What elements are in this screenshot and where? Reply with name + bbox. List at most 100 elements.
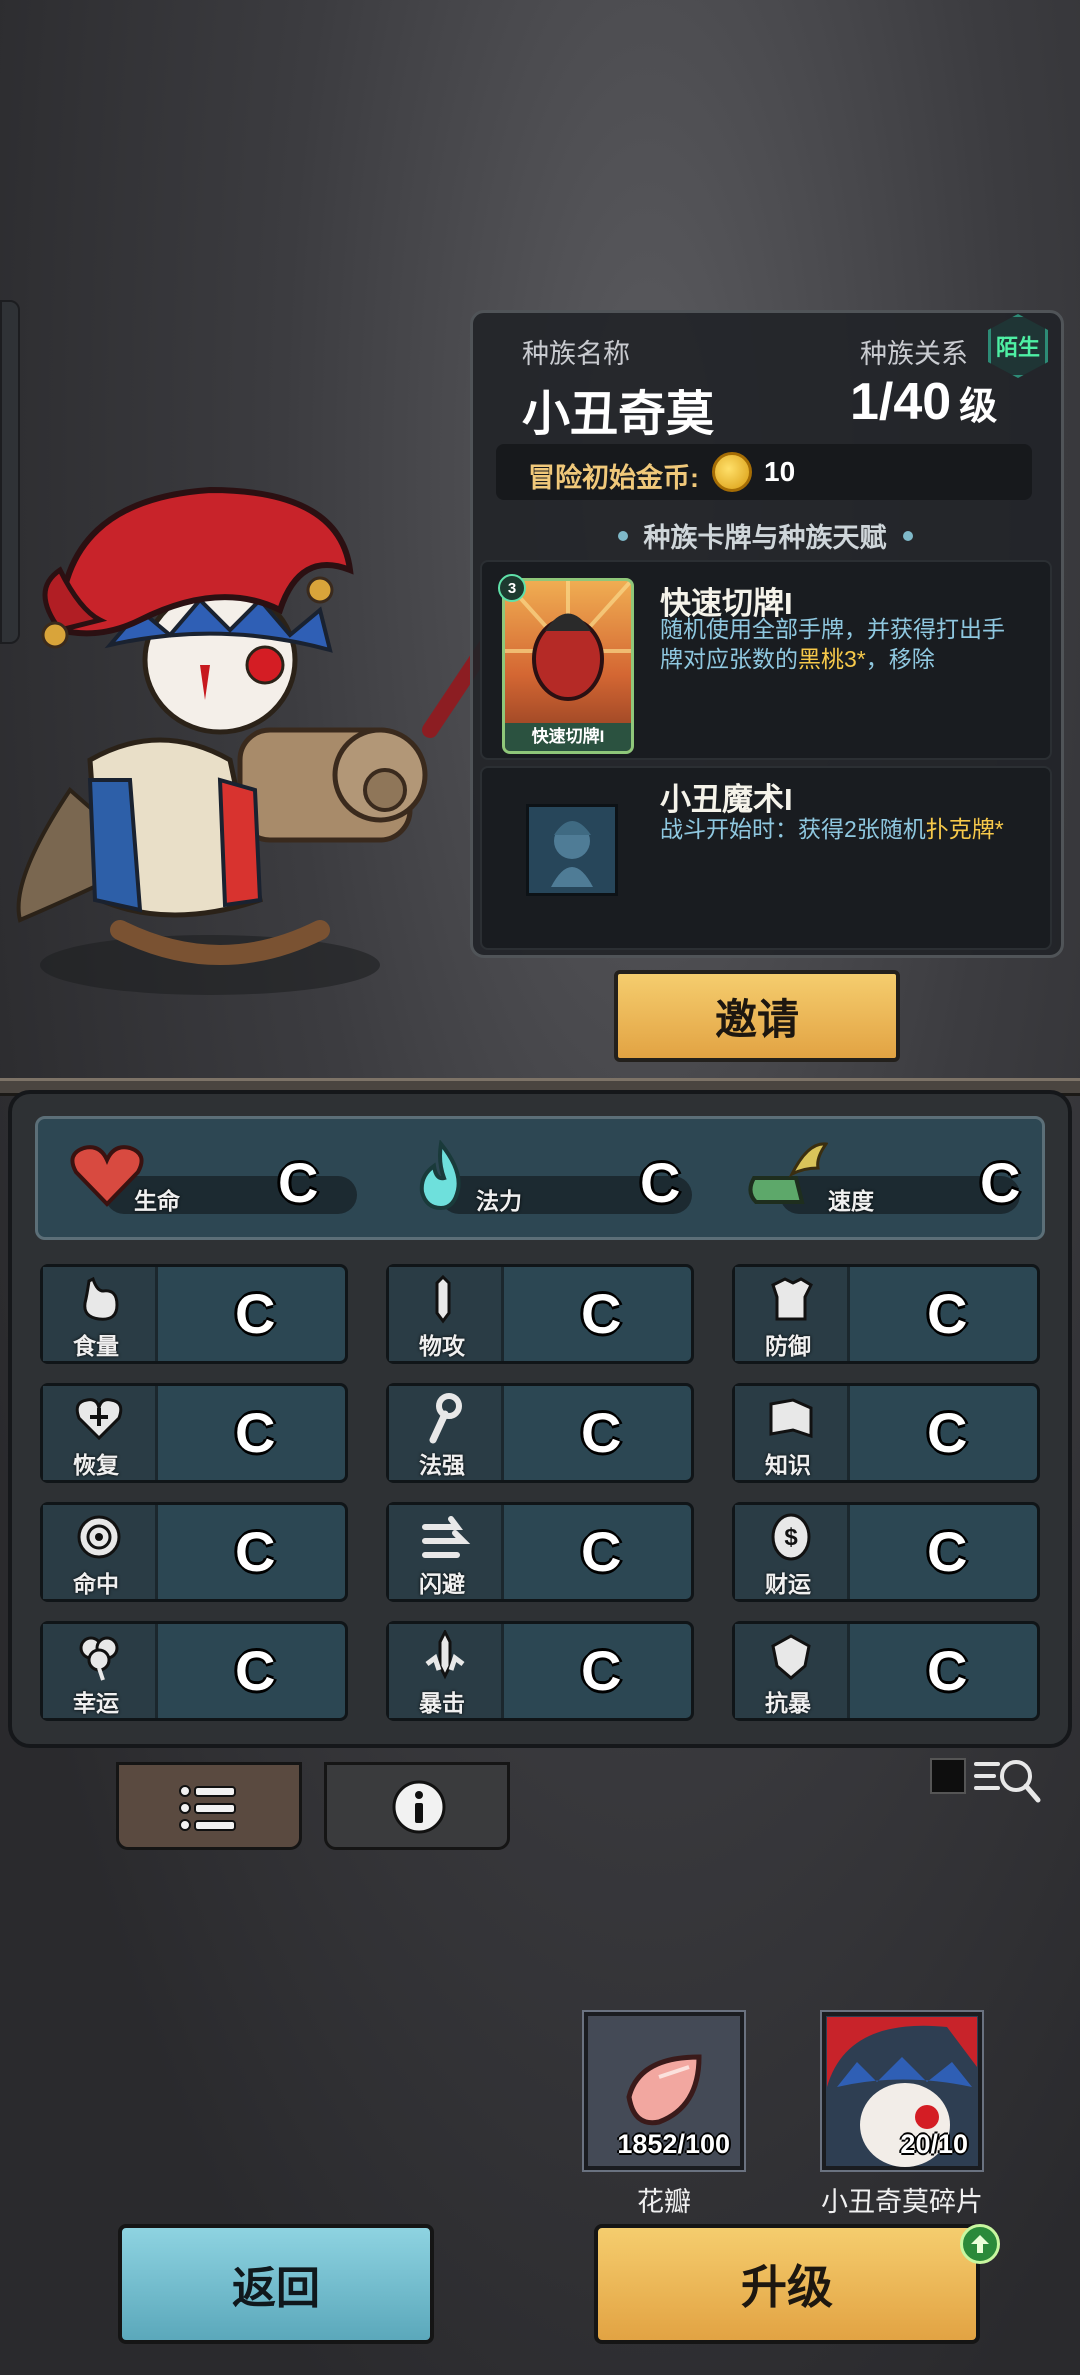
stat-cell-staff[interactable]: 法强 C xyxy=(386,1383,694,1483)
stat-grade: C xyxy=(581,1282,622,1345)
stat-cell-sword[interactable]: 物攻 C xyxy=(386,1264,694,1364)
stat-label: 食量 xyxy=(73,1333,119,1359)
stat-icon-area: 防御 xyxy=(735,1267,850,1361)
invite-button[interactable]: 邀请 xyxy=(614,970,900,1062)
card-art-quick-shuffle[interactable]: 快速切牌I xyxy=(502,578,634,754)
stat-label: 闪避 xyxy=(419,1571,465,1597)
stat-grade: C xyxy=(927,1639,968,1702)
section-title-text: 种族卡牌与种族天赋 xyxy=(643,523,887,553)
stat-icon-area: 幸运 xyxy=(43,1624,158,1718)
stat-cell-heart-plus[interactable]: 恢复 C xyxy=(40,1383,348,1483)
stat-label: 知识 xyxy=(765,1452,811,1478)
bullet-dot-icon xyxy=(902,530,913,541)
shield-icon xyxy=(771,1634,811,1680)
stat-cell-clover[interactable]: 幸运 C xyxy=(40,1621,348,1721)
main-stat-label: 生命 xyxy=(134,1188,180,1214)
staff-icon xyxy=(429,1393,462,1444)
upgrade-available-icon xyxy=(960,2224,1000,2264)
stat-grade: C xyxy=(235,1520,276,1583)
main-stat-label: 速度 xyxy=(828,1188,874,1214)
stat-cell-target[interactable]: 命中 C xyxy=(40,1502,348,1602)
start-gold-value: 10 xyxy=(764,456,796,487)
stat-cell-stomach[interactable]: 食量 C xyxy=(40,1264,348,1364)
stat-grade: C xyxy=(235,1282,276,1345)
stat-cell-book[interactable]: 知识 C xyxy=(732,1383,1040,1483)
talent-desc-clown-magic: 战斗开始时：获得2张随机扑克牌* xyxy=(660,816,1004,842)
talent-icon-clown-magic[interactable] xyxy=(526,804,618,896)
material-count: 20/10 xyxy=(900,2129,968,2159)
stat-grade: C xyxy=(927,1401,968,1464)
stat-grade: C xyxy=(927,1282,968,1345)
list-icon xyxy=(179,1785,236,1831)
stat-icon-area: 命中 xyxy=(43,1505,158,1599)
crit-sword-icon xyxy=(425,1630,465,1680)
stat-icon-area: 知识 xyxy=(735,1386,850,1480)
gold-coin-icon xyxy=(712,452,752,492)
start-gold-label: 冒险初始金币: xyxy=(528,463,699,493)
section-title: 种族卡牌与种族天赋 xyxy=(500,516,1030,555)
upgrade-button[interactable]: 升级 xyxy=(594,2224,980,2344)
main-stat-label: 法力 xyxy=(476,1188,522,1214)
mana-flame-icon xyxy=(419,1140,461,1211)
clown-silhouette-icon xyxy=(551,821,593,887)
stat-icon-area: 闪避 xyxy=(389,1505,504,1599)
stomach-icon xyxy=(83,1276,119,1321)
stat-cell-coin[interactable]: $ 财运 C xyxy=(732,1502,1040,1602)
clover-icon xyxy=(79,1636,119,1681)
stat-grade: C xyxy=(581,1639,622,1702)
main-stat-grade: C xyxy=(278,1151,319,1214)
info-icon xyxy=(392,1780,446,1834)
stat-grade: C xyxy=(581,1401,622,1464)
main-stat-grade: C xyxy=(980,1151,1021,1214)
book-icon xyxy=(769,1398,813,1439)
material-count: 1852/100 xyxy=(617,2129,730,2159)
filter-toggle-checkbox[interactable] xyxy=(930,1758,966,1794)
material-name: 花瓣 xyxy=(637,2187,691,2217)
tab-stat-list[interactable] xyxy=(116,1762,302,1850)
heart-plus-icon xyxy=(75,1398,123,1441)
race-level-suffix: 级 xyxy=(959,386,998,428)
stat-icon-area: 食量 xyxy=(43,1267,158,1361)
stat-cell-armor[interactable]: 防御 C xyxy=(732,1264,1040,1364)
stat-label: 恢复 xyxy=(73,1452,119,1478)
stat-grade: C xyxy=(235,1639,276,1702)
card-desc-quick-shuffle: 随机使用全部手牌，并获得打出手 牌对应张数的黑桃3*，移除 xyxy=(660,616,1005,672)
stat-label: 命中 xyxy=(73,1571,119,1597)
search-filter-icon[interactable] xyxy=(972,1752,1044,1808)
jester-character-illustration xyxy=(16,486,518,995)
material-petal-tile[interactable]: 1852/100 xyxy=(582,2010,746,2172)
stat-icon-area: 抗暴 xyxy=(735,1624,850,1718)
stat-grade: C xyxy=(927,1520,968,1583)
race-name-label: 种族名称 xyxy=(522,339,630,369)
main-stat-grade: C xyxy=(640,1151,681,1214)
material-clown-shard-tile[interactable]: 20/10 xyxy=(820,2010,984,2172)
stat-cell-dodge-arrows[interactable]: 闪避 C xyxy=(386,1502,694,1602)
heart-icon xyxy=(70,1145,144,1207)
stat-cell-shield[interactable]: 抗暴 C xyxy=(732,1621,1040,1721)
stat-label: 财运 xyxy=(765,1571,811,1597)
card-illustration xyxy=(505,581,631,701)
race-level-value: 1/40 xyxy=(850,373,952,431)
talent-title-clown-magic: 小丑魔术I xyxy=(660,782,793,817)
stat-label: 抗暴 xyxy=(765,1690,811,1716)
stat-icon-area: 物攻 xyxy=(389,1267,504,1361)
tab-info[interactable] xyxy=(324,1762,510,1850)
material-name: 小丑奇莫碎片 xyxy=(821,2187,983,2217)
stat-label: 防御 xyxy=(765,1333,811,1359)
stat-grade: C xyxy=(235,1401,276,1464)
stat-grade: C xyxy=(581,1520,622,1583)
stat-cell-crit-sword[interactable]: 暴击 C xyxy=(386,1621,694,1721)
coin-icon: $ xyxy=(771,1513,811,1561)
stat-label: 法强 xyxy=(419,1452,465,1478)
armor-icon xyxy=(771,1277,813,1321)
race-level: 1/40 级 xyxy=(850,372,997,432)
svg-text:$: $ xyxy=(784,1524,798,1551)
stat-label: 物攻 xyxy=(419,1333,465,1359)
card-cost-badge: 3 xyxy=(498,574,526,602)
race-relation-label: 种族关系 xyxy=(860,339,968,369)
back-button[interactable]: 返回 xyxy=(118,2224,434,2344)
winged-boot-icon xyxy=(748,1142,828,1204)
stat-icon-area: 暴击 xyxy=(389,1624,504,1718)
stat-label: 幸运 xyxy=(73,1690,119,1716)
stat-label: 暴击 xyxy=(419,1690,465,1716)
